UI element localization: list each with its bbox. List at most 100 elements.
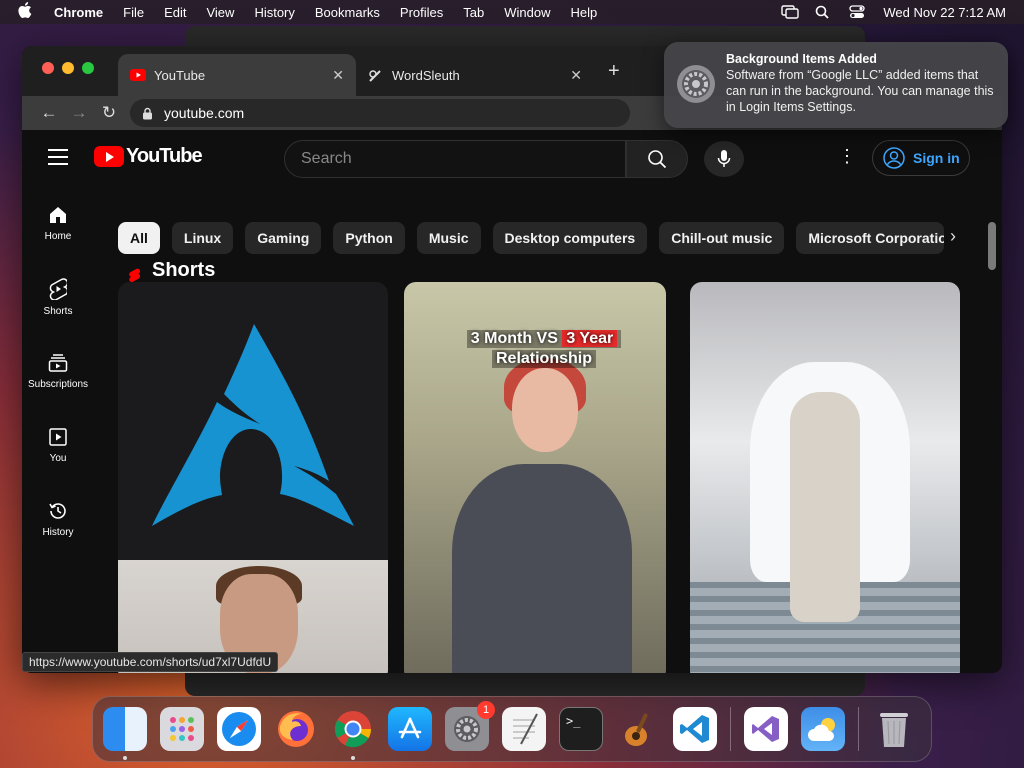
account-icon [883, 147, 905, 169]
tab-title: YouTube [154, 67, 206, 83]
safari-icon[interactable] [217, 707, 261, 751]
guide-item-subscriptions[interactable]: Subscriptions [22, 334, 94, 408]
zoom-window-button[interactable] [82, 62, 94, 74]
search-input[interactable]: Search [284, 140, 626, 178]
guide-label: You [49, 452, 67, 464]
chip-python[interactable]: Python [333, 222, 405, 254]
tab-wordsleuth[interactable]: WordSleuth ✕ [356, 54, 594, 96]
reload-button[interactable]: ↻ [94, 103, 124, 123]
shorts-icon [49, 277, 67, 300]
sign-in-label: Sign in [913, 150, 960, 166]
chip-music[interactable]: Music [416, 222, 481, 254]
menu-tab[interactable]: Tab [463, 5, 484, 20]
notification-title: Background Items Added [726, 52, 877, 66]
youtube-favicon-icon [130, 69, 146, 81]
guide-label: Shorts [43, 305, 73, 317]
window-controls [42, 62, 94, 74]
close-tab-icon[interactable]: ✕ [332, 67, 344, 84]
person-body [452, 464, 632, 673]
shorts-red-icon [129, 268, 141, 282]
site-info-icon[interactable] [142, 107, 154, 120]
guide-label: Home [44, 230, 72, 242]
sign-in-button[interactable]: Sign in [872, 140, 970, 176]
control-center-icon[interactable] [849, 5, 866, 19]
search-icon [648, 150, 667, 169]
menu-bookmarks[interactable]: Bookmarks [315, 5, 380, 20]
chips-next-chevron-icon[interactable]: › [950, 226, 956, 247]
back-button[interactable]: ← [34, 103, 64, 123]
chip-microsoft-corporation[interactable]: Microsoft Corporation [796, 222, 945, 254]
history-icon [49, 502, 66, 519]
minimize-window-button[interactable] [62, 62, 74, 74]
close-window-button[interactable] [42, 62, 54, 74]
chip-gaming[interactable]: Gaming [245, 222, 322, 254]
menu-file[interactable]: File [123, 5, 144, 20]
visual-studio-icon[interactable] [744, 707, 788, 751]
tab-youtube[interactable]: YouTube ✕ [118, 54, 356, 96]
hamburger-menu-icon[interactable] [48, 149, 68, 170]
youtube-wordmark: YouTube [126, 145, 203, 167]
spotlight-search-icon[interactable] [815, 5, 831, 19]
short-card-relationship[interactable]: 3 Month VS 3 Year Relationship [404, 282, 666, 673]
forward-button[interactable]: → [64, 103, 94, 123]
url-text[interactable]: youtube.com [164, 105, 244, 121]
page-scrollbar[interactable] [988, 222, 996, 270]
dock-separator [730, 707, 731, 751]
new-tab-button[interactable]: + [608, 60, 620, 83]
app-store-icon[interactable] [388, 707, 432, 751]
tab-title: WordSleuth [392, 67, 460, 83]
menu-help[interactable]: Help [571, 5, 598, 20]
guide-item-shorts[interactable]: Shorts [22, 260, 94, 334]
voice-search-button[interactable] [704, 141, 744, 177]
youtube-logo[interactable]: YouTube [94, 145, 203, 168]
apple-icon[interactable] [18, 2, 36, 22]
launchpad-icon[interactable] [160, 707, 204, 751]
subscriptions-icon [48, 353, 68, 372]
textedit-icon[interactable] [502, 707, 546, 751]
chip-desktop-computers[interactable]: Desktop computers [492, 222, 648, 254]
menu-edit[interactable]: Edit [164, 5, 186, 20]
chip-chill-out-music[interactable]: Chill-out music [659, 222, 785, 254]
guide-item-history[interactable]: History [22, 482, 94, 556]
search-placeholder: Search [301, 150, 352, 167]
system-settings-icon[interactable]: 1 [445, 701, 495, 751]
screen-mirroring-icon[interactable] [781, 5, 800, 19]
firefox-icon[interactable] [274, 707, 318, 751]
caption-line-2: Relationship [491, 350, 596, 368]
garageband-icon[interactable] [616, 707, 660, 751]
macos-menubar: Chrome File Edit View History Bookmarks … [0, 0, 1024, 24]
chip-all[interactable]: All [118, 222, 160, 254]
youtube-page: YouTube Search ⋮ Sign in Home Shorts Sub… [22, 130, 1002, 673]
settings-kebab-icon[interactable]: ⋮ [838, 146, 856, 167]
address-bar[interactable]: youtube.com [130, 99, 630, 127]
chrome-window: YouTube ✕ WordSleuth ✕ + ← → ↻ youtube.c… [22, 46, 1002, 673]
filter-chips: All Linux Gaming Python Music Desktop co… [118, 222, 945, 254]
guide-label: Subscriptions [27, 378, 89, 390]
person-face [512, 368, 578, 452]
menu-view[interactable]: View [206, 5, 234, 20]
background-items-notification[interactable]: Background Items Added Software from “Go… [664, 42, 1008, 128]
link-status-bubble: https://www.youtube.com/shorts/ud7xl7Udf… [22, 652, 279, 672]
youtube-play-icon [94, 146, 124, 167]
short-card-skydive[interactable] [690, 282, 960, 673]
short-card-arch-linux[interactable] [118, 282, 388, 673]
search-button[interactable] [626, 140, 688, 178]
menu-profiles[interactable]: Profiles [400, 5, 443, 20]
person-jumping [790, 392, 860, 622]
menu-window[interactable]: Window [504, 5, 550, 20]
weather-icon[interactable] [801, 707, 845, 751]
close-tab-icon[interactable]: ✕ [570, 67, 582, 84]
finder-icon[interactable] [103, 707, 147, 760]
notification-body: Software from “Google LLC” added items t… [726, 68, 994, 114]
menu-app-name[interactable]: Chrome [54, 5, 103, 20]
caption-part-1: 3 Month VS [470, 330, 558, 347]
menubar-clock[interactable]: Wed Nov 22 7:12 AM [883, 5, 1006, 20]
guide-item-you[interactable]: You [22, 408, 94, 482]
guide-item-home[interactable]: Home [22, 186, 94, 260]
chip-linux[interactable]: Linux [171, 222, 234, 254]
terminal-icon[interactable]: >_ [559, 707, 603, 751]
chrome-icon[interactable] [331, 707, 375, 760]
menu-history[interactable]: History [254, 5, 294, 20]
vscode-icon[interactable] [673, 707, 717, 751]
trash-icon[interactable] [872, 707, 916, 751]
